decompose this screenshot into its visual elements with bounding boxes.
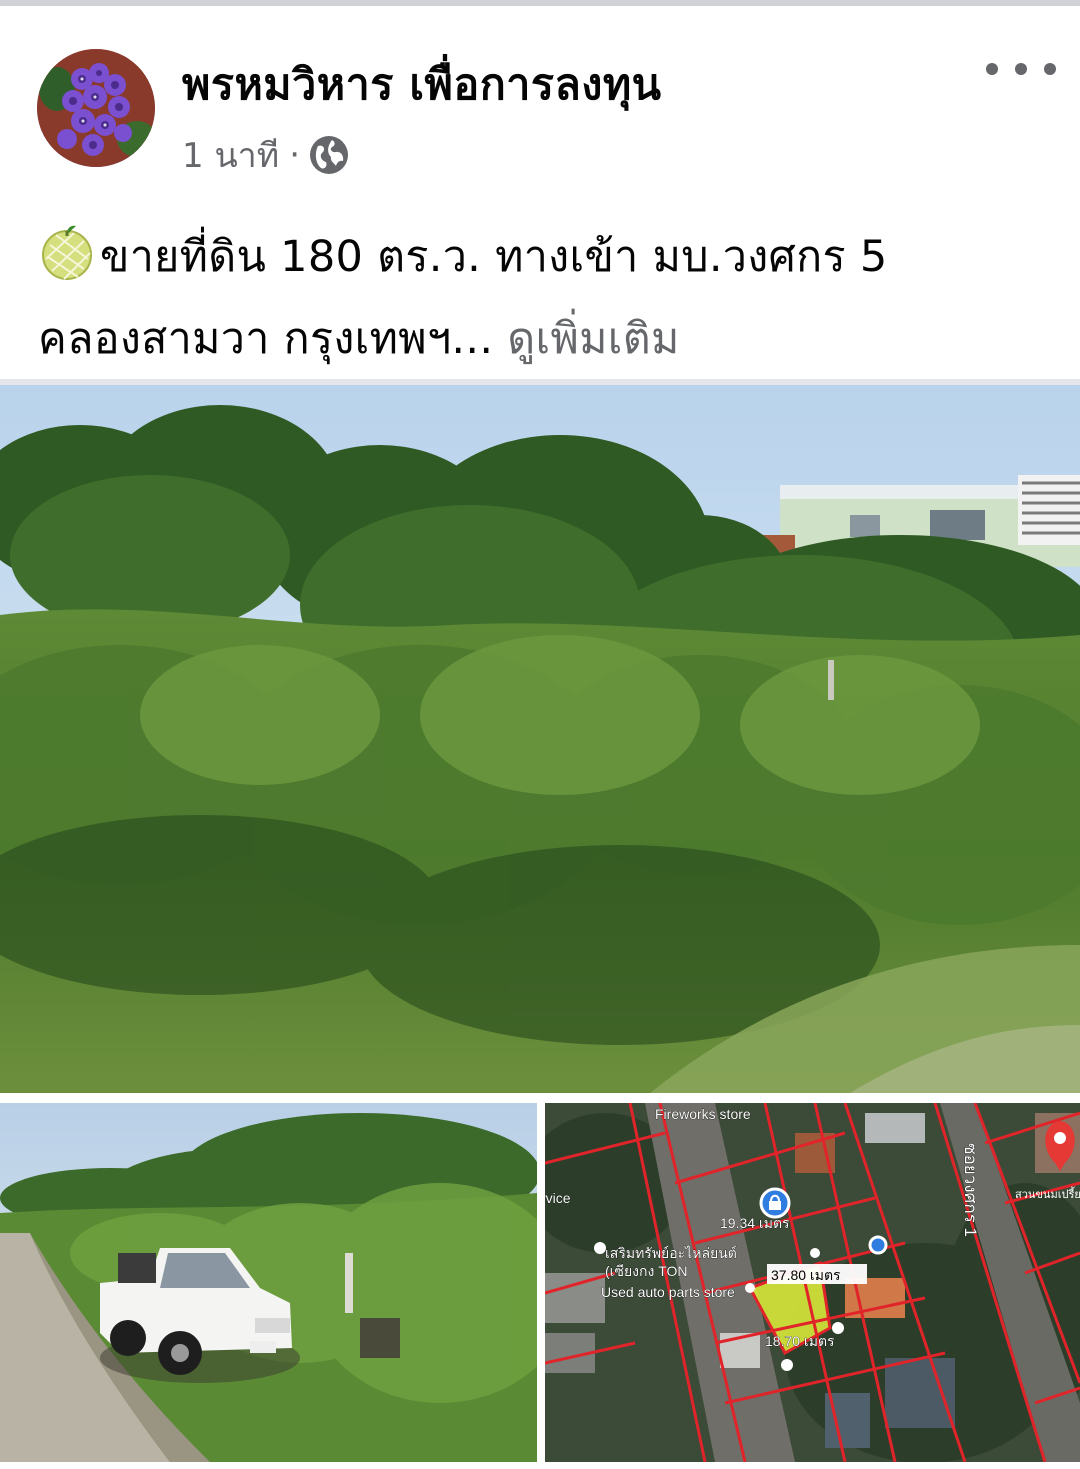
- photo-gap: [0, 1093, 1080, 1103]
- map-label-road: ซอยวงศกร 1: [961, 1143, 980, 1237]
- map-label-shop-name: เสริมทรัพย์อะไหล่ยนต์: [605, 1245, 737, 1261]
- post-meta: 1 นาที ·: [182, 128, 350, 182]
- overgrown-land-photo: [0, 385, 1080, 1093]
- roadside-land-with-pickup-truck: [0, 1103, 537, 1462]
- main-photo[interactable]: [0, 385, 1080, 1093]
- map-label-length: 37.80 เมตร: [771, 1267, 841, 1283]
- map-label-corner: สวนขนมเปรี้ย: [1015, 1186, 1080, 1201]
- post-body: ขายที่ดิน 180 ตร.ว. ทางเข้า มบ.วงศกร 5 ค…: [38, 216, 1048, 380]
- post-text-line-2: คลองสามวา กรุงเทพฯ... ดูเพิ่มเติม: [38, 298, 1048, 380]
- map-label-service: rvice: [545, 1190, 571, 1206]
- meta-separator: ·: [289, 135, 300, 175]
- map-label-fireworks: Fireworks store: [655, 1106, 751, 1122]
- page-avatar[interactable]: [37, 49, 155, 167]
- post-text-line-1: ขายที่ดิน 180 ตร.ว. ทางเข้า มบ.วงศกร 5: [38, 216, 1048, 298]
- map-label-shop-type: Used auto parts store: [601, 1284, 735, 1300]
- photo-gap-vertical: [537, 1103, 545, 1462]
- map-label-width-top: 19.34 เมตร: [720, 1215, 790, 1231]
- globe-icon: [310, 136, 348, 174]
- satellite-parcel-map: Fireworks store rvice 19.34 เมตร เสริมทร…: [545, 1103, 1080, 1462]
- map-label-shop-name2: (เซียงกง TON: [605, 1263, 688, 1279]
- roadside-photo[interactable]: [0, 1103, 537, 1462]
- page-name[interactable]: พรหมวิหาร เพื่อการลงทุน: [182, 50, 662, 118]
- more-options-button[interactable]: [986, 46, 1056, 92]
- parcel-map-photo[interactable]: Fireworks store rvice 19.34 เมตร เสริมทร…: [545, 1103, 1080, 1462]
- post-text-continued: คลองสามวา กรุงเทพฯ...: [38, 314, 494, 364]
- feed-bottom-edge: [0, 1462, 1080, 1469]
- more-options-icon: [986, 63, 998, 75]
- melon-emoji-icon: [42, 225, 92, 280]
- see-more-link[interactable]: ดูเพิ่มเติม: [507, 314, 679, 364]
- post-text: ขายที่ดิน 180 ตร.ว. ทางเข้า มบ.วงศกร 5: [100, 232, 888, 282]
- post-timestamp[interactable]: 1 นาที: [182, 128, 279, 182]
- map-label-width-bottom: 18.70 เมตร: [765, 1333, 835, 1349]
- post-header: พรหมวิหาร เพื่อการลงทุน 1 นาที · ขายที่ด…: [0, 6, 1080, 378]
- purple-flower-avatar-icon: [37, 49, 155, 167]
